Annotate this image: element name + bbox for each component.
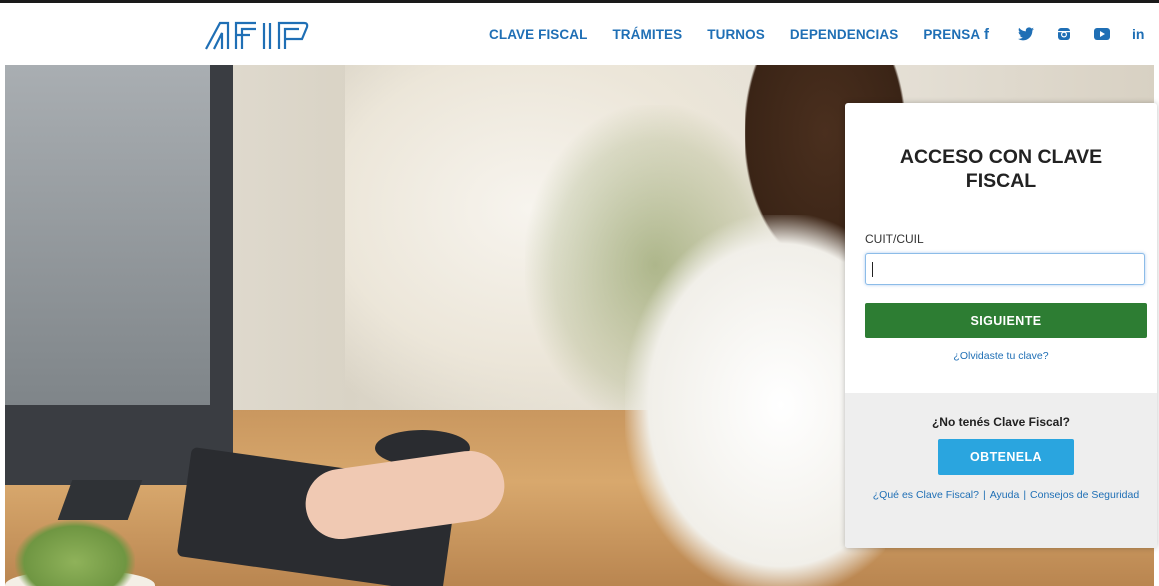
nav-tramites[interactable]: TRÁMITES bbox=[612, 27, 682, 42]
hero-succulent bbox=[15, 520, 135, 586]
obtenela-button[interactable]: OBTENELA bbox=[938, 439, 1074, 475]
what-is-link[interactable]: ¿Qué es Clave Fiscal? bbox=[873, 489, 979, 501]
security-tips-link[interactable]: Consejos de Seguridad bbox=[1030, 489, 1139, 501]
help-links: ¿Qué es Clave Fiscal? | Ayuda | Consejos de … bbox=[865, 487, 1147, 504]
svg-text:in: in bbox=[1132, 27, 1144, 41]
login-panel: ACCESO CON CLAVE FISCAL CUIT/CUIL SIGUIE… bbox=[845, 103, 1157, 548]
siguiente-button[interactable]: SIGUIENTE bbox=[865, 303, 1147, 338]
text-caret bbox=[872, 262, 873, 277]
hero-monitor-screen bbox=[5, 65, 210, 405]
hero-monitor-stand bbox=[57, 480, 143, 520]
nav-prensa[interactable]: PRENSA bbox=[923, 27, 980, 42]
facebook-icon[interactable]: f bbox=[980, 26, 996, 42]
site-header: CLAVE FISCAL TRÁMITES TURNOS DEPENDENCIA… bbox=[0, 3, 1159, 65]
instagram-icon[interactable] bbox=[1056, 26, 1072, 42]
cuit-input[interactable] bbox=[865, 253, 1145, 285]
login-title: ACCESO CON CLAVE FISCAL bbox=[899, 146, 1103, 192]
help-link[interactable]: Ayuda bbox=[990, 489, 1020, 501]
forgot-password-link[interactable]: ¿Olvidaste tu clave? bbox=[845, 350, 1157, 362]
youtube-icon[interactable] bbox=[1094, 26, 1110, 42]
link-separator: | bbox=[982, 489, 986, 501]
link-separator: | bbox=[1023, 489, 1027, 501]
main-nav: CLAVE FISCAL TRÁMITES TURNOS DEPENDENCIA… bbox=[489, 3, 1005, 65]
signup-section: ¿No tenés Clave Fiscal? OBTENELA ¿Qué es… bbox=[845, 393, 1157, 548]
nav-clave-fiscal[interactable]: CLAVE FISCAL bbox=[489, 27, 587, 42]
cuit-label: CUIT/CUIL bbox=[865, 232, 924, 246]
no-clave-heading: ¿No tenés Clave Fiscal? bbox=[931, 415, 1071, 429]
twitter-icon[interactable] bbox=[1018, 26, 1034, 42]
nav-turnos[interactable]: TURNOS bbox=[707, 27, 765, 42]
nav-dependencias[interactable]: DEPENDENCIAS bbox=[790, 27, 898, 42]
social-links: f in bbox=[980, 3, 1159, 65]
svg-text:f: f bbox=[984, 26, 990, 42]
afip-logo[interactable] bbox=[204, 19, 314, 51]
linkedin-icon[interactable]: in bbox=[1132, 26, 1148, 42]
